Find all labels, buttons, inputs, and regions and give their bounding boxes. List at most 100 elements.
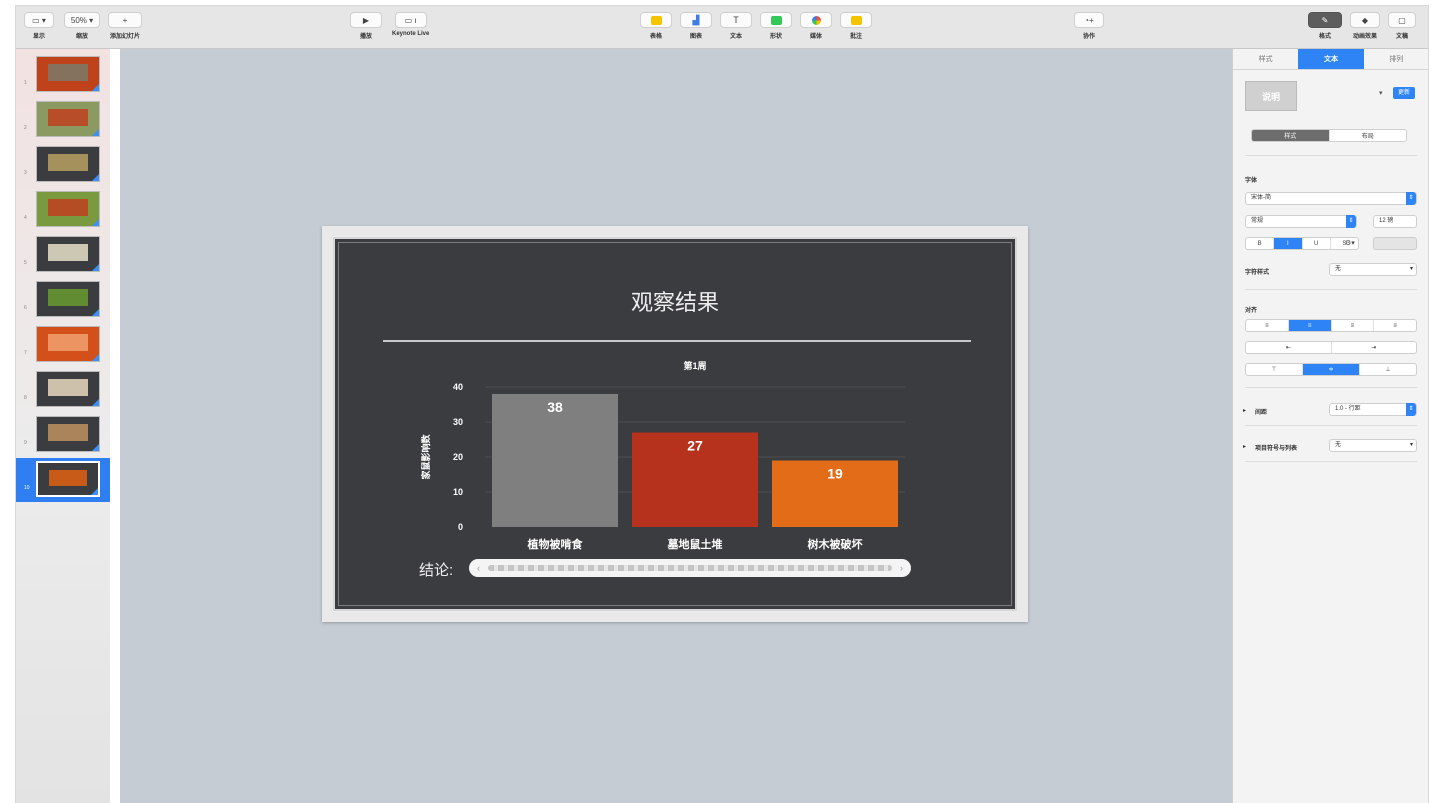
disclosure-triangle-icon[interactable]: ▸	[1243, 443, 1246, 450]
play-button[interactable]: ▶ 播放	[350, 12, 382, 40]
slide-thumbnail[interactable]: 4	[16, 188, 110, 232]
align-left-button[interactable]: ≡	[1246, 320, 1289, 331]
horizontal-align-buttons: ≡ ≡ ≡ ≡	[1245, 319, 1417, 332]
y-tick-label: 40	[453, 382, 463, 392]
bullets-select[interactable]: 无 ▾	[1329, 439, 1417, 452]
slide-thumbnail-image	[36, 101, 100, 137]
disclosure-triangle-icon[interactable]: ▸	[1243, 407, 1246, 414]
scroll-right-icon[interactable]: ›	[900, 563, 903, 573]
slide-thumbnail-image	[36, 56, 100, 92]
collaborate-icon: ◔+	[1084, 15, 1094, 25]
align-bottom-button[interactable]: ⊥	[1360, 364, 1416, 375]
bar-value-label: 27	[687, 438, 703, 454]
chevron-down-icon: ▾	[1409, 442, 1413, 448]
shape-icon	[770, 15, 782, 25]
scroll-left-icon[interactable]: ‹	[477, 563, 480, 573]
insert-media-button[interactable]: 媒体	[800, 12, 832, 40]
document-button[interactable]: ▢ 文稿	[1388, 12, 1416, 40]
align-top-button[interactable]: ⊤	[1246, 364, 1303, 375]
text-mode-switch: 样式 布局	[1251, 129, 1407, 142]
update-style-button[interactable]: 更新	[1393, 87, 1415, 99]
bar-chart[interactable]: 第1周 0 10 20 30 40 家鼠影响数 38 植物被啃食 27 墓地鼠土堆 19 树木被破坏	[415, 351, 935, 561]
table-icon	[650, 15, 662, 25]
text-color-well[interactable]	[1373, 237, 1417, 250]
indent-buttons: ⇤ ⇥	[1245, 341, 1417, 354]
insert-table-button[interactable]: 表格	[640, 12, 672, 40]
thumbnail-content	[48, 64, 88, 82]
chevron-down-icon: ▾	[1409, 266, 1413, 272]
gear-icon[interactable]: ⚙▾	[1345, 239, 1355, 247]
slide-thumbnail[interactable]: 10	[16, 458, 110, 502]
y-tick-label: 30	[453, 417, 463, 427]
slide-number: 2	[24, 125, 27, 131]
build-indicator-icon	[92, 399, 99, 406]
mode-style-tab[interactable]: 样式	[1252, 130, 1330, 141]
insert-chart-button[interactable]: ▟ 图表	[680, 12, 712, 40]
slide-thumbnail-image	[36, 326, 100, 362]
char-style-select[interactable]: 无 ▾	[1329, 263, 1417, 276]
build-indicator-icon	[92, 84, 99, 91]
tab-text[interactable]: 文本	[1298, 49, 1364, 69]
italic-button[interactable]: I	[1274, 238, 1303, 249]
paragraph-style-preview[interactable]: 说明	[1245, 81, 1297, 111]
justify-button[interactable]: ≡	[1374, 320, 1416, 331]
align-center-button[interactable]: ≡	[1288, 320, 1332, 331]
slide-thumbnail[interactable]: 5	[16, 233, 110, 277]
slide-thumbnail-image	[36, 416, 100, 452]
slide[interactable]: 观察结果 第1周 0 10 20 30 40 家鼠影响数 38 植物被啃食 27 墓地鼠土堆 19 树木…	[333, 237, 1017, 611]
mode-layout-tab[interactable]: 布局	[1330, 130, 1407, 141]
animate-button[interactable]: ◆ 动画效果	[1350, 12, 1380, 40]
x-category-label: 植物被啃食	[527, 537, 584, 551]
bold-button[interactable]: B	[1246, 238, 1275, 249]
insert-shape-button[interactable]: 形状	[760, 12, 792, 40]
font-size-field[interactable]: 12 磅	[1373, 215, 1417, 228]
tab-arrange[interactable]: 排列	[1364, 49, 1428, 69]
keynote-live-button[interactable]: ▭ ı Keynote Live	[392, 12, 429, 37]
slide-canvas[interactable]: 观察结果 第1周 0 10 20 30 40 家鼠影响数 38 植物被啃食 27 墓地鼠土堆 19 树木…	[322, 226, 1028, 622]
slide-thumbnail[interactable]: 3	[16, 143, 110, 187]
font-weight-value: 常规	[1251, 218, 1264, 224]
slide-thumbnail[interactable]: 1	[16, 53, 110, 97]
zoom-menu-button[interactable]: 50% ▾ 缩放	[64, 12, 100, 40]
align-right-button[interactable]: ≡	[1332, 320, 1375, 331]
font-weight-select[interactable]: 常规 ⇕	[1245, 215, 1357, 228]
spacing-label: 间距	[1255, 410, 1268, 416]
slide-thumbnail[interactable]: 7	[16, 323, 110, 367]
slide-thumbnail[interactable]: 6	[16, 278, 110, 322]
chevron-updown-icon: ⇕	[1406, 192, 1416, 205]
collaborate-button[interactable]: ◔+ 协作	[1074, 12, 1104, 40]
increase-indent-button[interactable]: ⇥	[1332, 342, 1417, 353]
format-icon: ✎	[1308, 12, 1342, 28]
build-indicator-icon	[92, 354, 99, 361]
x-category-label: 树木被破坏	[808, 537, 863, 551]
bar-value-label: 19	[827, 466, 843, 482]
add-slide-button[interactable]: + 添加幻灯片	[108, 12, 142, 40]
underline-button[interactable]: U	[1303, 238, 1331, 249]
zoom-icon: 50% ▾	[64, 12, 100, 28]
tab-style[interactable]: 样式	[1233, 49, 1298, 69]
text-scroller[interactable]: ‹ ›	[469, 559, 911, 577]
slide-thumbnail[interactable]: 2	[16, 98, 110, 142]
thumbnail-content	[48, 379, 88, 397]
insert-text-button[interactable]: T 文本	[720, 12, 752, 40]
conclusion-label[interactable]: 结论:	[419, 559, 453, 580]
build-indicator-icon	[92, 129, 99, 136]
thumbnail-content	[48, 424, 88, 442]
slide-title[interactable]: 观察结果	[335, 285, 1015, 317]
align-middle-button[interactable]: ≑	[1303, 364, 1360, 375]
chevron-down-icon[interactable]: ▾	[1379, 89, 1383, 97]
comment-icon	[850, 15, 862, 25]
slide-thumbnail[interactable]: 9	[16, 413, 110, 457]
toolbar: ▭ ▾ 显示 50% ▾ 缩放 + 添加幻灯片 ▶ 播放 ▭ ı Keynote…	[16, 6, 1428, 49]
spacing-select[interactable]: 1.0 - 行距 ⇕	[1329, 403, 1417, 416]
scroller-track[interactable]	[488, 565, 892, 571]
decrease-indent-button[interactable]: ⇤	[1246, 342, 1332, 353]
alignment-section-label: 对齐	[1245, 308, 1258, 314]
slide-number: 5	[24, 260, 27, 266]
format-button[interactable]: ✎ 格式	[1308, 12, 1342, 40]
view-menu-button[interactable]: ▭ ▾ 显示	[24, 12, 54, 40]
font-family-select[interactable]: 宋体-简 ⇕	[1245, 192, 1417, 205]
insert-comment-button[interactable]: 批注	[840, 12, 872, 40]
slide-thumbnail[interactable]: 8	[16, 368, 110, 412]
x-category-label: 墓地鼠土堆	[667, 537, 723, 551]
